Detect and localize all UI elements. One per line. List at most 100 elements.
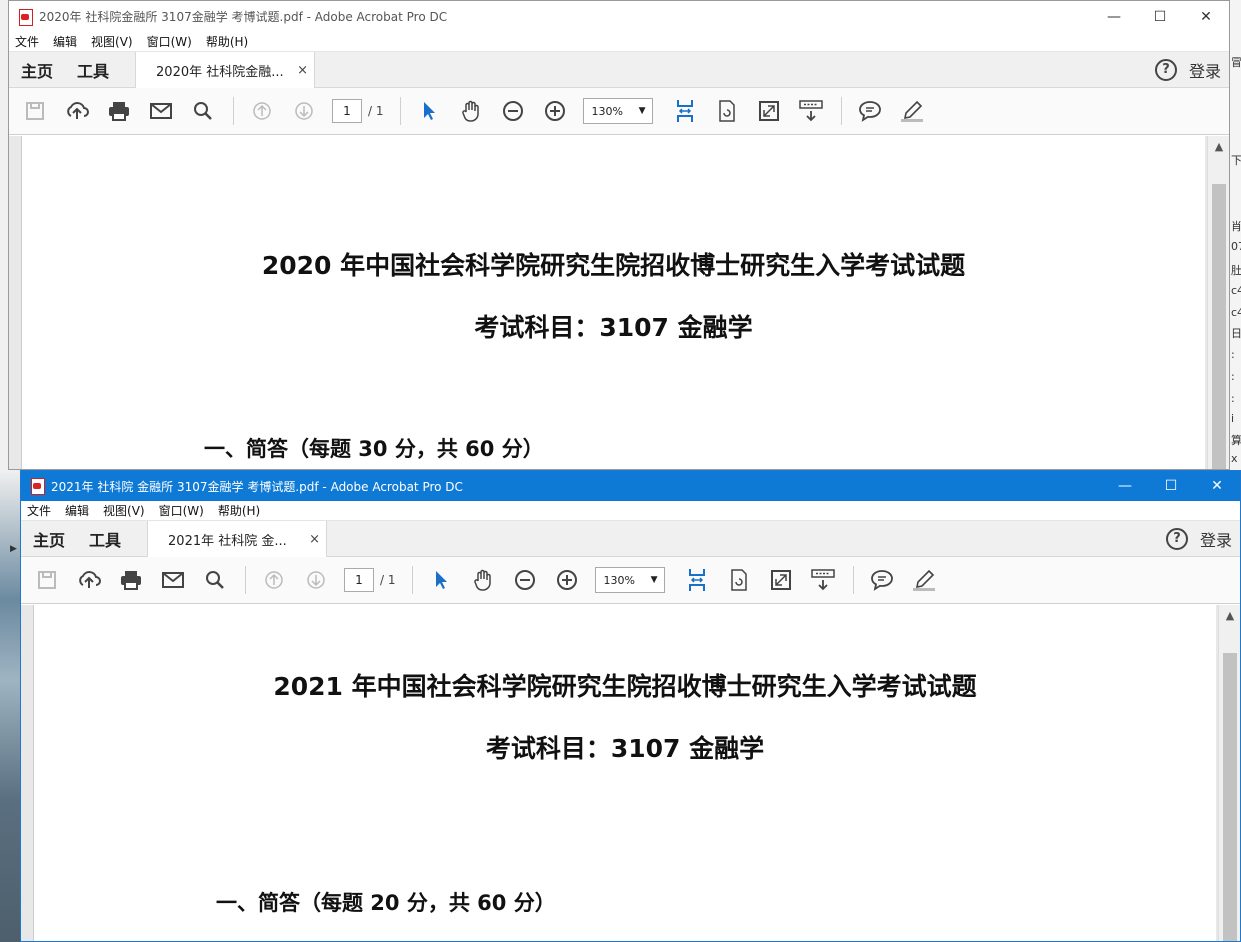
search-icon[interactable] bbox=[201, 566, 229, 594]
tab-home[interactable]: 主页 bbox=[9, 52, 65, 87]
maximize-button[interactable]: ☐ bbox=[1148, 471, 1194, 501]
pdf-page: 2021 年中国社会科学院研究生院招收博士研究生入学考试试题 考试科目：3107… bbox=[33, 605, 1216, 941]
edge-text: 冒 bbox=[1231, 56, 1241, 69]
collapse-arrow-icon[interactable]: ▶ bbox=[10, 544, 17, 554]
tab-bar: 主页 工具 2020年 社科院金融... × ? 登录 bbox=[9, 52, 1229, 88]
tab-close-icon[interactable]: × bbox=[297, 63, 308, 78]
toolbar-divider bbox=[245, 566, 246, 594]
page-total: / 1 bbox=[368, 104, 384, 118]
close-button[interactable]: ✕ bbox=[1194, 471, 1240, 501]
highlight-icon[interactable] bbox=[910, 566, 938, 594]
search-icon[interactable] bbox=[189, 97, 217, 125]
select-cursor-icon[interactable] bbox=[415, 97, 443, 125]
upload-icon[interactable] bbox=[63, 97, 91, 125]
rotate-icon[interactable] bbox=[725, 566, 753, 594]
scrollbar-thumb[interactable] bbox=[1212, 184, 1226, 469]
mail-icon[interactable] bbox=[147, 97, 175, 125]
save-icon[interactable] bbox=[21, 97, 49, 125]
title-bar[interactable]: 2020年 社科院金融所 3107金融学 考博试题.pdf - Adobe Ac… bbox=[9, 1, 1229, 32]
menu-window[interactable]: 窗口(W) bbox=[147, 33, 192, 50]
document-title: 2021 年中国社会科学院研究生院招收博士研究生入学考试试题 bbox=[273, 672, 977, 701]
title-bar[interactable]: 2021年 社科院 金融所 3107金融学 考博试题.pdf - Adobe A… bbox=[21, 471, 1240, 501]
save-icon[interactable] bbox=[33, 566, 61, 594]
help-icon[interactable]: ? bbox=[1165, 527, 1188, 550]
toolbar-divider bbox=[411, 566, 413, 594]
menu-file[interactable]: 文件 bbox=[15, 33, 39, 50]
fullscreen-icon[interactable] bbox=[767, 566, 795, 594]
fullscreen-icon[interactable] bbox=[755, 97, 783, 125]
tab-document[interactable]: 2020年 社科院金融... × bbox=[135, 52, 316, 88]
vertical-scrollbar[interactable]: ▲ bbox=[1218, 605, 1240, 941]
menu-view[interactable]: 视图(V) bbox=[91, 33, 133, 50]
menu-window[interactable]: 窗口(W) bbox=[159, 502, 204, 519]
chevron-down-icon: ▼ bbox=[650, 575, 658, 585]
edge-text: x bbox=[1231, 452, 1238, 465]
toolbar-divider bbox=[233, 97, 234, 125]
tab-document-label: 2020年 社科院金融... bbox=[156, 64, 284, 80]
edge-text: c4 bbox=[1231, 284, 1241, 297]
zoom-value: 130% bbox=[591, 104, 623, 118]
print-icon[interactable] bbox=[117, 566, 145, 594]
tab-home[interactable]: 主页 bbox=[21, 521, 77, 556]
login-button[interactable]: 登录 bbox=[1189, 58, 1221, 82]
maximize-button[interactable]: ☐ bbox=[1137, 1, 1183, 32]
document-section-heading: 一、简答（每题 30 分，共 60 分） bbox=[204, 437, 544, 461]
next-page-icon[interactable] bbox=[290, 97, 318, 125]
minimize-button[interactable]: — bbox=[1102, 471, 1148, 501]
fit-width-icon[interactable] bbox=[683, 566, 711, 594]
tab-tools[interactable]: 工具 bbox=[65, 52, 121, 87]
comment-icon[interactable] bbox=[856, 97, 884, 125]
hand-icon[interactable] bbox=[469, 566, 497, 594]
minimize-button[interactable]: — bbox=[1091, 1, 1137, 32]
rotate-icon[interactable] bbox=[713, 97, 741, 125]
menu-bar: 文件 编辑 视图(V) 窗口(W) 帮助(H) bbox=[21, 501, 1240, 521]
document-subject: 考试科目：3107 金融学 bbox=[485, 734, 765, 763]
scroll-mode-icon[interactable] bbox=[809, 566, 837, 594]
menu-edit[interactable]: 编辑 bbox=[65, 502, 89, 519]
zoom-select[interactable]: 130% ▼ bbox=[594, 567, 665, 593]
fit-width-icon[interactable] bbox=[671, 97, 699, 125]
page-number-input[interactable]: 1 bbox=[344, 568, 374, 592]
menu-view[interactable]: 视图(V) bbox=[103, 502, 145, 519]
tab-tools[interactable]: 工具 bbox=[77, 521, 133, 556]
zoom-select[interactable]: 130% ▼ bbox=[582, 98, 653, 124]
menu-file[interactable]: 文件 bbox=[27, 502, 51, 519]
vertical-scrollbar[interactable]: ▲ bbox=[1207, 136, 1229, 469]
select-cursor-icon[interactable] bbox=[427, 566, 455, 594]
scroll-up-icon[interactable]: ▲ bbox=[1219, 609, 1240, 622]
menu-help[interactable]: 帮助(H) bbox=[218, 502, 260, 519]
comment-icon[interactable] bbox=[868, 566, 896, 594]
scroll-mode-icon[interactable] bbox=[797, 97, 825, 125]
zoom-value: 130% bbox=[603, 573, 635, 587]
scroll-up-icon[interactable]: ▲ bbox=[1208, 140, 1229, 153]
help-icon[interactable]: ? bbox=[1154, 58, 1177, 81]
page-number-input[interactable]: 1 bbox=[332, 99, 362, 123]
menu-edit[interactable]: 编辑 bbox=[53, 33, 77, 50]
zoom-in-icon[interactable] bbox=[541, 97, 569, 125]
edge-text: : bbox=[1231, 370, 1235, 383]
edge-text: : bbox=[1231, 392, 1235, 405]
document-title: 2020 年中国社会科学院研究生院招收博士研究生入学考试试题 bbox=[261, 251, 966, 280]
tab-document[interactable]: 2021年 社科院 金... × bbox=[147, 521, 328, 557]
zoom-out-icon[interactable] bbox=[511, 566, 539, 594]
hand-icon[interactable] bbox=[457, 97, 485, 125]
tab-bar: 主页 工具 2021年 社科院 金... × ? 登录 bbox=[21, 521, 1240, 557]
upload-icon[interactable] bbox=[75, 566, 103, 594]
tab-close-icon[interactable]: × bbox=[309, 532, 320, 547]
mail-icon[interactable] bbox=[159, 566, 187, 594]
edge-text: i bbox=[1231, 412, 1235, 425]
print-icon[interactable] bbox=[105, 97, 133, 125]
prev-page-icon[interactable] bbox=[248, 97, 276, 125]
document-subject: 考试科目：3107 金融学 bbox=[474, 313, 753, 342]
document-area: 2020 年中国社会科学院研究生院招收博士研究生入学考试试题 考试科目：3107… bbox=[9, 136, 1229, 469]
close-button[interactable]: ✕ bbox=[1183, 1, 1229, 32]
highlight-icon[interactable] bbox=[898, 97, 926, 125]
tab-document-label: 2021年 社科院 金... bbox=[168, 533, 287, 549]
zoom-out-icon[interactable] bbox=[499, 97, 527, 125]
next-page-icon[interactable] bbox=[302, 566, 330, 594]
menu-help[interactable]: 帮助(H) bbox=[206, 33, 248, 50]
scrollbar-thumb[interactable] bbox=[1223, 653, 1237, 941]
login-button[interactable]: 登录 bbox=[1200, 527, 1232, 551]
zoom-in-icon[interactable] bbox=[553, 566, 581, 594]
prev-page-icon[interactable] bbox=[260, 566, 288, 594]
